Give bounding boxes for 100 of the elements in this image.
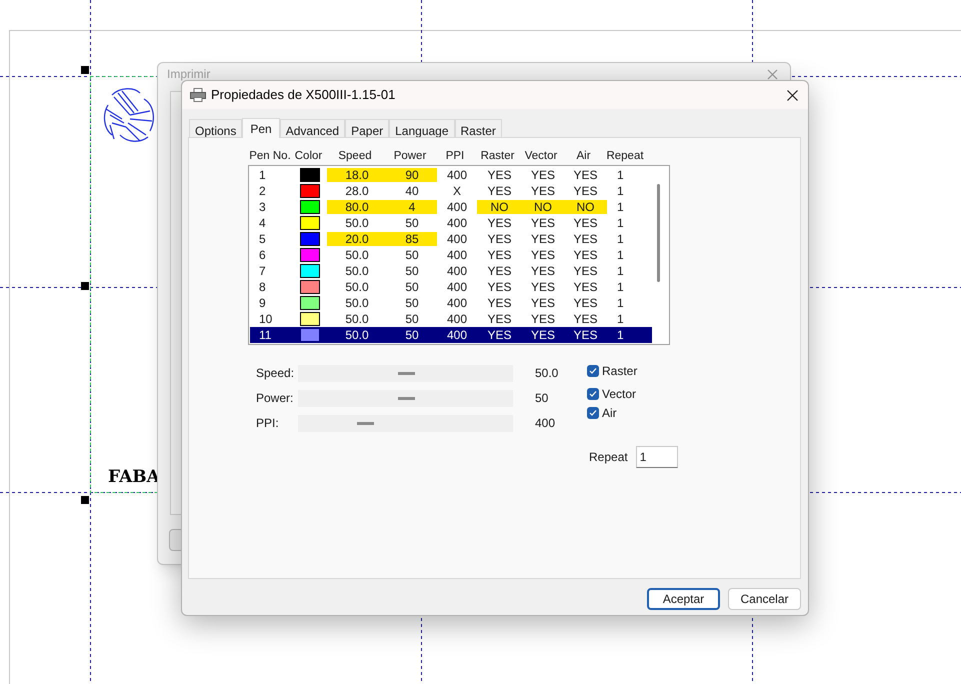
table-cell-text: 400: [446, 264, 468, 278]
cancel-button[interactable]: Cancelar: [728, 588, 801, 610]
table-row[interactable]: 11 50.0 50 400 YES YES YES 1: [250, 327, 652, 343]
table-cell-text: 10: [258, 312, 274, 326]
table-cell-text: 50: [404, 296, 420, 310]
table-cell-text: 50: [404, 328, 420, 342]
scrollbar-thumb[interactable]: [657, 184, 660, 282]
table-row[interactable]: 6 50.0 50 400 YES YES YES 1: [250, 247, 652, 263]
table-cell-text: YES: [486, 184, 512, 198]
table-cell-text: 50: [404, 280, 420, 294]
table-row[interactable]: 9 50.0 50 400 YES YES YES 1: [250, 295, 652, 311]
table-cell-text: 400: [446, 312, 468, 326]
table-cell-text: 50.0: [344, 264, 370, 278]
checkbox-label: Air: [602, 404, 617, 422]
checkbox-label: Raster: [602, 362, 638, 380]
table-cell-text: 1: [616, 328, 625, 342]
slider-thumb[interactable]: [398, 396, 414, 400]
table-cell-text: YES: [486, 264, 512, 278]
table-cell-text: YES: [572, 184, 598, 198]
table-cell-text: 400: [446, 328, 468, 342]
selection-handle[interactable]: [81, 282, 89, 290]
tab[interactable]: Advanced: [280, 119, 346, 137]
checkbox[interactable]: [587, 406, 599, 418]
table-cell-text: 11: [258, 328, 272, 342]
slider-track[interactable]: [298, 390, 513, 406]
slider-value: 50: [535, 390, 548, 407]
table-cell-text: YES: [486, 216, 512, 230]
table-cell-text: 7: [258, 264, 267, 278]
table-row[interactable]: 5 20.0 85 400 YES YES YES 1: [250, 231, 652, 247]
table-cell: 90: [387, 168, 437, 182]
table-cell-text: 5: [258, 232, 267, 246]
table-cell-text: 6: [258, 248, 267, 262]
table-cell: 20.0: [327, 232, 387, 246]
table-row[interactable]: 3 80.0 4 400 NO NO NO 1: [250, 199, 652, 215]
table-row[interactable]: 10 50.0 50 400 YES YES YES 1: [250, 311, 652, 327]
table-row[interactable]: 7 50.0 50 400 YES YES YES 1: [250, 263, 652, 279]
column-header: Pen No.: [248, 149, 292, 164]
tab[interactable]: Language: [389, 119, 455, 137]
table-cell-text: 9: [258, 296, 267, 310]
table-cell-text: YES: [486, 296, 512, 310]
table-cell-text: 3: [258, 200, 267, 214]
table-cell-text: 50.0: [344, 216, 370, 230]
table-cell-text: 1: [616, 312, 625, 326]
table-cell-text: 1: [258, 168, 267, 182]
repeat-field[interactable]: 1: [636, 446, 678, 468]
table-cell-text: YES: [572, 264, 598, 278]
table-row[interactable]: 2 28.0 40 X YES YES YES 1: [250, 183, 652, 199]
table-cell-text: 28.0: [344, 184, 370, 198]
window-title: Propiedades de X500III-1.15-01: [211, 86, 396, 104]
table-cell: 4: [387, 200, 437, 214]
accept-button[interactable]: Aceptar: [647, 588, 720, 610]
table-cell-text: 400: [446, 168, 468, 182]
table-cell-text: 50.0: [344, 296, 370, 310]
table-cell-text: 1: [616, 216, 625, 230]
table-cell-text: 40: [404, 184, 420, 198]
table-cell: NO: [564, 200, 607, 214]
table-cell-text: YES: [530, 184, 556, 198]
selection-handle[interactable]: [81, 496, 89, 504]
table-cell-text: YES: [572, 232, 598, 246]
table-cell-text: YES: [530, 216, 556, 230]
slider-track[interactable]: [298, 414, 513, 432]
column-header: Repeat: [605, 149, 645, 164]
table-cell-text: YES: [572, 328, 598, 342]
table-cell-text: YES: [572, 296, 598, 310]
table-cell-text: YES: [572, 312, 598, 326]
table-cell-text: YES: [530, 264, 556, 278]
column-header: Air: [575, 149, 592, 164]
slider-thumb[interactable]: [356, 422, 374, 424]
selection-handle[interactable]: [81, 66, 89, 74]
table-cell: 18.0: [327, 168, 387, 182]
table-cell-text: 50: [404, 216, 420, 230]
slider-label: Speed:: [256, 365, 296, 382]
table-cell-text: YES: [486, 168, 512, 182]
table-row[interactable]: 8 50.0 50 400 YES YES YES 1: [250, 279, 652, 295]
slider-track[interactable]: [298, 364, 513, 382]
table-cell-text: YES: [530, 232, 556, 246]
table-cell-text: YES: [530, 168, 556, 182]
table-cell-text: YES: [486, 232, 512, 246]
checkbox[interactable]: [587, 388, 599, 400]
slider-thumb[interactable]: [398, 372, 414, 374]
table-cell-text: 400: [446, 232, 468, 246]
table-cell-text: 50: [404, 248, 420, 262]
table-cell-text: YES: [486, 312, 512, 326]
table-cell-text: YES: [530, 280, 556, 294]
checkbox[interactable]: [587, 364, 599, 376]
table-cell-text: YES: [530, 296, 556, 310]
table-cell-text: 1: [616, 168, 625, 182]
close-icon[interactable]: [787, 90, 798, 100]
table-cell: 85: [387, 232, 437, 246]
table-cell-text: 1: [616, 296, 625, 310]
printer-icon: [190, 88, 206, 102]
tab[interactable]: Paper: [345, 119, 390, 137]
column-header: Color: [294, 149, 324, 164]
tab[interactable]: Pen: [242, 118, 280, 138]
table-row[interactable]: 1 18.0 90 400 YES YES YES 1: [250, 167, 652, 183]
table-cell-text: 400: [446, 200, 468, 214]
table-cell-text: 50.0: [344, 280, 370, 294]
tab[interactable]: Options: [189, 119, 242, 137]
tab[interactable]: Raster: [454, 119, 502, 137]
table-row[interactable]: 4 50.0 50 400 YES YES YES 1: [250, 215, 652, 231]
